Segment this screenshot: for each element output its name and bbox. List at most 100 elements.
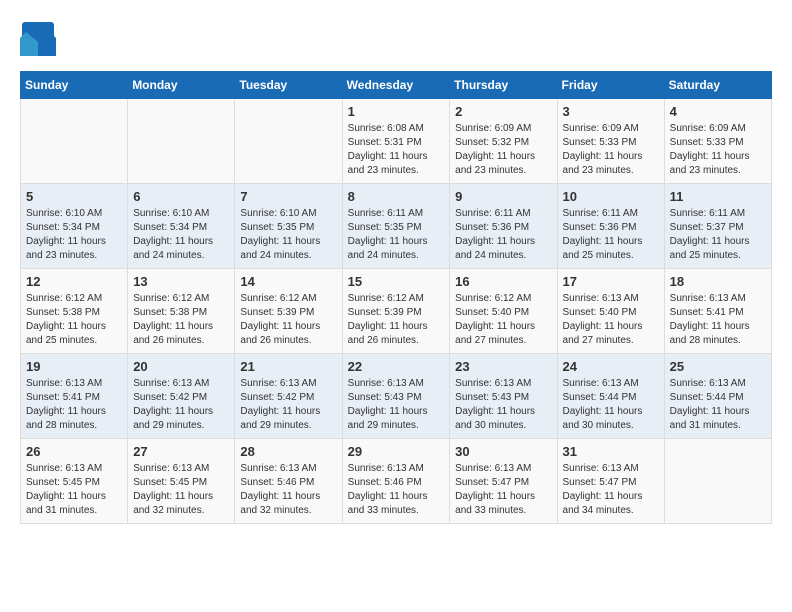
header-sunday: Sunday (21, 72, 128, 99)
day-info: Sunrise: 6:08 AMSunset: 5:31 PMDaylight:… (348, 122, 445, 178)
calendar-cell: 17Sunrise: 6:13 AMSunset: 5:40 PMDayligh… (557, 269, 664, 354)
calendar-cell: 3 Sunrise: 6:09 AMSunset: 5:33 PMDaylight… (557, 99, 664, 184)
calendar-cell: 30 Sunrise: 6:13 AMSunset: 5:47 PMDayligh… (450, 439, 557, 524)
day-number: 19 (26, 359, 122, 374)
header-thursday: Thursday (450, 72, 557, 99)
day-number: 15 (348, 274, 445, 289)
calendar-cell: 29 Sunrise: 6:13 AMSunset: 5:46 PMDayligh… (342, 439, 450, 524)
day-info: Sunrise: 6:13 AMSunset: 5:46 PMDaylight:… (348, 462, 445, 518)
header-tuesday: Tuesday (235, 72, 342, 99)
day-number: 12 (26, 274, 122, 289)
day-number: 16 (455, 274, 551, 289)
day-info: Sunrise: 6:09 AMSunset: 5:33 PMDaylight:… (670, 122, 766, 178)
day-number: 29 (348, 444, 445, 459)
day-info: Sunrise: 6:12 AMSunset: 5:38 PMDaylight:… (133, 292, 229, 348)
day-number: 17 (563, 274, 659, 289)
day-info: Sunrise: 6:12 AMSunset: 5:39 PMDaylight:… (348, 292, 445, 348)
calendar-cell (128, 99, 235, 184)
day-info: Sunrise: 6:12 AMSunset: 5:38 PMDaylight:… (26, 292, 122, 348)
calendar-cell (235, 99, 342, 184)
day-number: 26 (26, 444, 122, 459)
page-header (20, 20, 772, 61)
day-info: Sunrise: 6:13 AMSunset: 5:43 PMDaylight:… (348, 377, 445, 433)
day-info: Sunrise: 6:13 AMSunset: 5:45 PMDaylight:… (133, 462, 229, 518)
calendar-cell: 20 Sunrise: 6:13 AMSunset: 5:42 PMDayligh… (128, 354, 235, 439)
day-number: 24 (563, 359, 659, 374)
calendar-cell: 25Sunrise: 6:13 AMSunset: 5:44 PMDayligh… (664, 354, 771, 439)
calendar-cell (664, 439, 771, 524)
day-number: 8 (348, 189, 445, 204)
day-number: 6 (133, 189, 229, 204)
calendar-cell: 14 Sunrise: 6:12 AMSunset: 5:39 PMDayligh… (235, 269, 342, 354)
calendar-cell: 12 Sunrise: 6:12 AMSunset: 5:38 PMDayligh… (21, 269, 128, 354)
calendar-cell: 2 Sunrise: 6:09 AMSunset: 5:32 PMDaylight… (450, 99, 557, 184)
logo (20, 20, 60, 61)
calendar-week-4: 19 Sunrise: 6:13 AMSunset: 5:41 PMDayligh… (21, 354, 772, 439)
calendar-cell: 31Sunrise: 6:13 AMSunset: 5:47 PMDayligh… (557, 439, 664, 524)
day-number: 22 (348, 359, 445, 374)
day-number: 10 (563, 189, 659, 204)
calendar-cell: 4 Sunrise: 6:09 AMSunset: 5:33 PMDaylight… (664, 99, 771, 184)
calendar-cell: 15 Sunrise: 6:12 AMSunset: 5:39 PMDayligh… (342, 269, 450, 354)
logo-icon (20, 20, 56, 56)
day-number: 31 (563, 444, 659, 459)
calendar-week-2: 5 Sunrise: 6:10 AMSunset: 5:34 PMDaylight… (21, 184, 772, 269)
calendar-cell: 8 Sunrise: 6:11 AMSunset: 5:35 PMDaylight… (342, 184, 450, 269)
calendar-cell: 19 Sunrise: 6:13 AMSunset: 5:41 PMDayligh… (21, 354, 128, 439)
day-info: Sunrise: 6:13 AMSunset: 5:45 PMDaylight:… (26, 462, 122, 518)
day-number: 3 (563, 104, 659, 119)
day-info: Sunrise: 6:12 AMSunset: 5:39 PMDaylight:… (240, 292, 336, 348)
calendar-cell: 27 Sunrise: 6:13 AMSunset: 5:45 PMDayligh… (128, 439, 235, 524)
day-number: 11 (670, 189, 766, 204)
day-number: 13 (133, 274, 229, 289)
calendar-cell: 11 Sunrise: 6:11 AMSunset: 5:37 PMDayligh… (664, 184, 771, 269)
calendar-week-1: 1 Sunrise: 6:08 AMSunset: 5:31 PMDaylight… (21, 99, 772, 184)
calendar-cell: 10Sunrise: 6:11 AMSunset: 5:36 PMDayligh… (557, 184, 664, 269)
day-info: Sunrise: 6:13 AMSunset: 5:42 PMDaylight:… (133, 377, 229, 433)
day-number: 18 (670, 274, 766, 289)
day-number: 21 (240, 359, 336, 374)
calendar-cell: 16Sunrise: 6:12 AMSunset: 5:40 PMDayligh… (450, 269, 557, 354)
day-info: Sunrise: 6:13 AMSunset: 5:47 PMDaylight:… (455, 462, 551, 518)
calendar-cell: 24 Sunrise: 6:13 AMSunset: 5:44 PMDayligh… (557, 354, 664, 439)
calendar-cell: 6 Sunrise: 6:10 AMSunset: 5:34 PMDaylight… (128, 184, 235, 269)
day-number: 25 (670, 359, 766, 374)
day-number: 30 (455, 444, 551, 459)
calendar-cell: 9Sunrise: 6:11 AMSunset: 5:36 PMDaylight… (450, 184, 557, 269)
calendar-cell: 28 Sunrise: 6:13 AMSunset: 5:46 PMDayligh… (235, 439, 342, 524)
day-number: 23 (455, 359, 551, 374)
day-number: 4 (670, 104, 766, 119)
calendar-cell: 21Sunrise: 6:13 AMSunset: 5:42 PMDayligh… (235, 354, 342, 439)
day-info: Sunrise: 6:13 AMSunset: 5:43 PMDaylight:… (455, 377, 551, 433)
day-number: 27 (133, 444, 229, 459)
day-info: Sunrise: 6:09 AMSunset: 5:32 PMDaylight:… (455, 122, 551, 178)
day-info: Sunrise: 6:10 AMSunset: 5:35 PMDaylight:… (240, 207, 336, 263)
calendar-cell: 5Sunrise: 6:10 AMSunset: 5:34 PMDaylight… (21, 184, 128, 269)
day-info: Sunrise: 6:11 AMSunset: 5:35 PMDaylight:… (348, 207, 445, 263)
header-monday: Monday (128, 72, 235, 99)
header-friday: Friday (557, 72, 664, 99)
day-number: 28 (240, 444, 336, 459)
day-number: 7 (240, 189, 336, 204)
day-number: 5 (26, 189, 122, 204)
day-info: Sunrise: 6:11 AMSunset: 5:36 PMDaylight:… (455, 207, 551, 263)
calendar-cell: 26 Sunrise: 6:13 AMSunset: 5:45 PMDayligh… (21, 439, 128, 524)
calendar-table: SundayMondayTuesdayWednesdayThursdayFrid… (20, 71, 772, 524)
day-info: Sunrise: 6:13 AMSunset: 5:41 PMDaylight:… (670, 292, 766, 348)
header-saturday: Saturday (664, 72, 771, 99)
calendar-cell: 7 Sunrise: 6:10 AMSunset: 5:35 PMDaylight… (235, 184, 342, 269)
day-info: Sunrise: 6:13 AMSunset: 5:46 PMDaylight:… (240, 462, 336, 518)
day-number: 14 (240, 274, 336, 289)
day-info: Sunrise: 6:11 AMSunset: 5:37 PMDaylight:… (670, 207, 766, 263)
day-info: Sunrise: 6:13 AMSunset: 5:41 PMDaylight:… (26, 377, 122, 433)
day-number: 2 (455, 104, 551, 119)
calendar-cell: 13 Sunrise: 6:12 AMSunset: 5:38 PMDayligh… (128, 269, 235, 354)
day-info: Sunrise: 6:09 AMSunset: 5:33 PMDaylight:… (563, 122, 659, 178)
day-number: 20 (133, 359, 229, 374)
calendar-cell: 1 Sunrise: 6:08 AMSunset: 5:31 PMDaylight… (342, 99, 450, 184)
day-number: 1 (348, 104, 445, 119)
day-info: Sunrise: 6:13 AMSunset: 5:44 PMDaylight:… (563, 377, 659, 433)
calendar-cell: 22 Sunrise: 6:13 AMSunset: 5:43 PMDayligh… (342, 354, 450, 439)
calendar-cell: 23 Sunrise: 6:13 AMSunset: 5:43 PMDayligh… (450, 354, 557, 439)
day-info: Sunrise: 6:10 AMSunset: 5:34 PMDaylight:… (133, 207, 229, 263)
